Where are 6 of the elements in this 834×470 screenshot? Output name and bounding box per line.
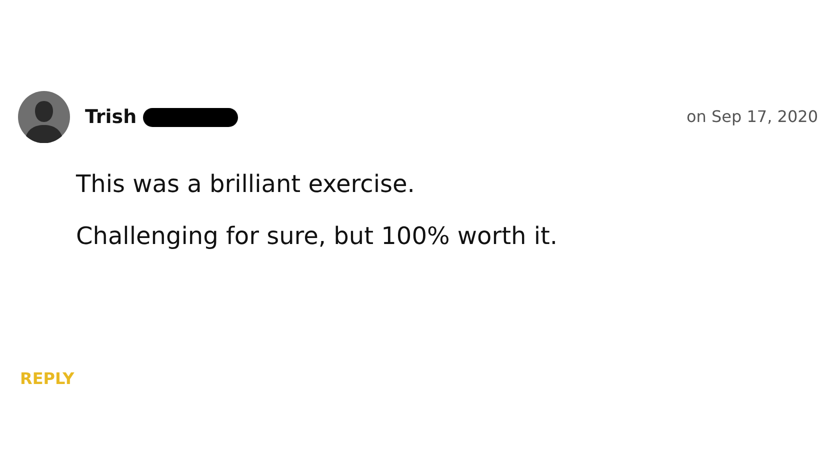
comment-date: on Sep 17, 2020 xyxy=(686,106,818,126)
author-name: Trish xyxy=(85,106,137,128)
reply-link[interactable]: REPLY xyxy=(18,369,76,388)
avatar-icon xyxy=(18,91,70,143)
comment-text: Challenging for sure, but 100% worth it. xyxy=(76,221,559,251)
comment-text: This was a brilliant exercise. xyxy=(76,169,416,199)
